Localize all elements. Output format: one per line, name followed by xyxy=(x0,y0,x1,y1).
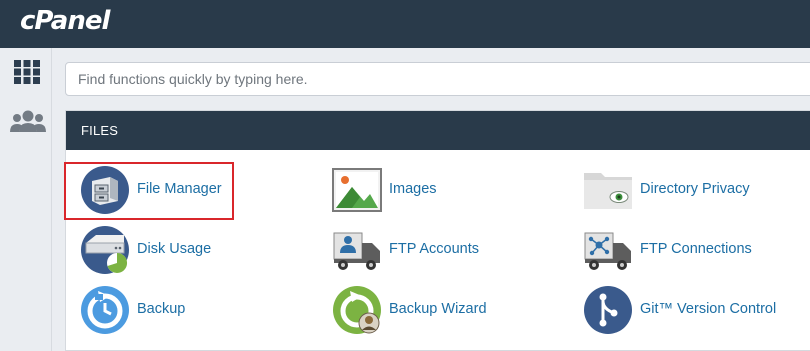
git-version-control-label: Git™ Version Control xyxy=(640,301,777,317)
git-version-control-link[interactable]: Git™ Version Control xyxy=(583,285,810,335)
disk-usage-link[interactable]: Disk Usage xyxy=(80,225,280,275)
backup-wizard-icon xyxy=(332,285,382,335)
users-icon[interactable] xyxy=(10,108,46,136)
backup-label: Backup xyxy=(137,301,186,317)
directory-privacy-link[interactable]: Directory Privacy xyxy=(583,165,810,215)
file-manager-highlight xyxy=(64,162,234,220)
files-panel: FILES File Manager Images Directory Priv… xyxy=(65,110,810,351)
cpanel-logo[interactable]: cPanel xyxy=(20,6,110,36)
ftp-connections-icon xyxy=(583,225,633,275)
images-icon xyxy=(332,165,382,215)
disk-usage-icon xyxy=(80,225,130,275)
backup-wizard-label: Backup Wizard xyxy=(389,301,487,317)
files-title: FILES xyxy=(81,123,119,138)
backup-wizard-link[interactable]: Backup Wizard xyxy=(332,285,532,335)
search-input[interactable] xyxy=(65,62,810,96)
ftp-accounts-icon xyxy=(332,225,382,275)
files-panel-header[interactable]: FILES xyxy=(66,111,810,150)
left-sidebar xyxy=(0,48,52,351)
images-label: Images xyxy=(389,181,437,197)
ftp-connections-link[interactable]: FTP Connections xyxy=(583,225,810,275)
directory-privacy-label: Directory Privacy xyxy=(640,181,750,197)
backup-icon xyxy=(80,285,130,335)
ftp-accounts-label: FTP Accounts xyxy=(389,241,479,257)
backup-link[interactable]: Backup xyxy=(80,285,280,335)
top-header: cPanel xyxy=(0,0,810,48)
disk-usage-label: Disk Usage xyxy=(137,241,212,257)
grid-icon[interactable] xyxy=(12,58,42,86)
ftp-accounts-link[interactable]: FTP Accounts xyxy=(332,225,532,275)
directory-privacy-icon xyxy=(583,165,633,215)
ftp-connections-label: FTP Connections xyxy=(640,241,752,257)
git-icon xyxy=(583,285,633,335)
images-link[interactable]: Images xyxy=(332,165,532,215)
